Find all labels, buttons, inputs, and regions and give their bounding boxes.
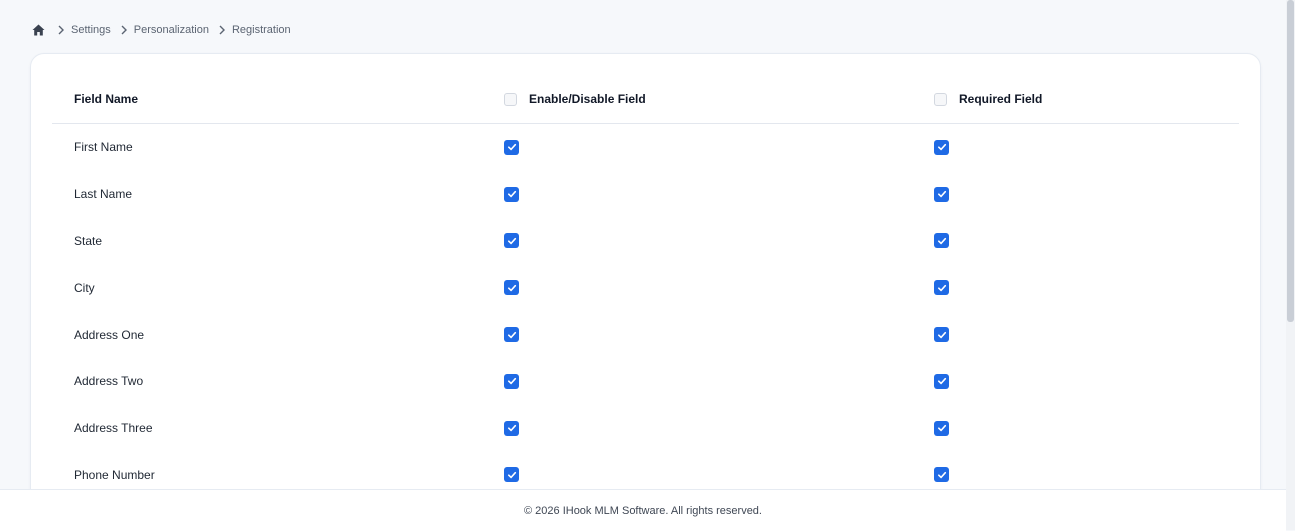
check-icon [507,191,516,198]
field-name: Address Two [74,374,144,389]
header-enable-disable: Enable/Disable Field [504,75,646,123]
table-body: First Name Last Name State City Address [52,124,1239,498]
breadcrumb-label: Settings [71,24,111,36]
header-field-name: Field Name [74,92,139,106]
table-row: Address Three [52,405,1239,452]
registration-fields-card: Field Name Enable/Disable Field Required… [30,53,1261,525]
required-checkbox[interactable] [934,186,949,202]
copyright-text: © 2026 IHook MLM Software. All rights re… [524,504,762,517]
table-row: First Name [52,124,1239,171]
breadcrumb: Settings Personalization Registration [32,22,300,38]
required-checkbox[interactable] [934,139,949,155]
enable-checkbox[interactable] [504,139,519,155]
check-icon [507,144,516,151]
home-icon[interactable] [32,24,45,36]
page-scrollbar[interactable] [1286,0,1295,530]
enable-checkbox[interactable] [504,233,519,249]
check-icon [937,378,946,385]
check-icon [937,191,946,198]
header-required-label: Required Field [959,92,1043,106]
check-icon [507,425,516,432]
field-name: Address One [74,327,145,342]
required-checkbox[interactable] [934,233,949,249]
breadcrumb-label: Registration [231,24,291,36]
table-row: Address One [52,311,1239,358]
check-icon [507,471,516,479]
check-icon [507,284,516,291]
enable-checkbox[interactable] [504,420,519,436]
field-name: First Name [74,140,133,155]
required-checkbox[interactable] [934,420,949,436]
field-name: Last Name [74,187,133,202]
required-checkbox[interactable] [934,327,949,343]
table-header: Field Name Enable/Disable Field Required… [52,75,1239,124]
check-icon [937,284,946,291]
select-all-enable-checkbox[interactable] [504,92,517,106]
table-row: Address Two [52,358,1239,405]
header-enable-label: Enable/Disable Field [529,92,646,106]
breadcrumb-item-settings[interactable]: Settings [57,24,120,36]
check-icon [937,331,946,338]
required-checkbox[interactable] [934,280,949,296]
field-name: City [74,280,95,295]
field-name: Address Three [74,421,153,436]
check-icon [507,378,516,385]
select-all-required-checkbox[interactable] [934,92,947,106]
check-icon [507,237,516,245]
footer: © 2026 IHook MLM Software. All rights re… [0,489,1286,531]
check-icon [937,425,946,432]
enable-checkbox[interactable] [504,280,519,296]
table-row: Last Name [52,171,1239,218]
check-icon [937,471,946,479]
registration-fields-table: Field Name Enable/Disable Field Required… [52,75,1239,498]
check-icon [937,237,946,245]
field-name: State [74,233,103,248]
breadcrumb-label: Personalization [133,24,209,36]
table-row: State [52,218,1239,265]
breadcrumb-item-personalization[interactable]: Personalization [120,24,218,36]
enable-checkbox[interactable] [504,186,519,202]
chevron-right-icon [57,25,65,35]
chevron-right-icon [218,25,226,35]
scrollbar-thumb[interactable] [1287,0,1294,322]
check-icon [937,144,946,151]
header-required: Required Field [934,75,1042,123]
enable-checkbox[interactable] [504,467,519,483]
required-checkbox[interactable] [934,373,949,389]
check-icon [507,331,516,338]
enable-checkbox[interactable] [504,373,519,389]
chevron-right-icon [120,25,128,35]
required-checkbox[interactable] [934,467,949,483]
table-row: City [52,264,1239,311]
enable-checkbox[interactable] [504,327,519,343]
breadcrumb-item-registration: Registration [218,24,300,36]
